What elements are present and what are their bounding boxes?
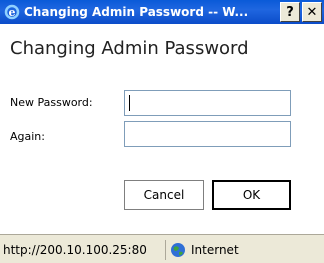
zone-label: Internet — [191, 243, 239, 257]
title-bar[interactable]: e Changing Admin Password -- W... ? ✕ — [0, 0, 324, 24]
svg-text:e: e — [9, 6, 16, 19]
help-button[interactable]: ? — [280, 2, 300, 22]
security-zone: Internet — [170, 240, 239, 260]
new-password-label: New Password: — [10, 96, 93, 109]
close-button[interactable]: ✕ — [302, 2, 322, 22]
new-password-input[interactable] — [124, 90, 291, 116]
globe-icon — [170, 242, 186, 258]
again-password-input[interactable] — [124, 121, 291, 147]
dialog-window: e Changing Admin Password -- W... ? ✕ Ch… — [0, 0, 324, 263]
internet-explorer-icon: e — [4, 4, 20, 20]
text-caret — [129, 95, 130, 111]
window-title: Changing Admin Password -- W... — [24, 5, 249, 19]
page-heading: Changing Admin Password — [10, 38, 249, 59]
again-label: Again: — [10, 130, 45, 143]
status-bar: http://200.10.100.25:80 Internet — [0, 234, 324, 263]
status-url: http://200.10.100.25:80 — [3, 240, 166, 260]
cancel-button[interactable]: Cancel — [124, 180, 204, 210]
ok-button[interactable]: OK — [212, 180, 291, 210]
